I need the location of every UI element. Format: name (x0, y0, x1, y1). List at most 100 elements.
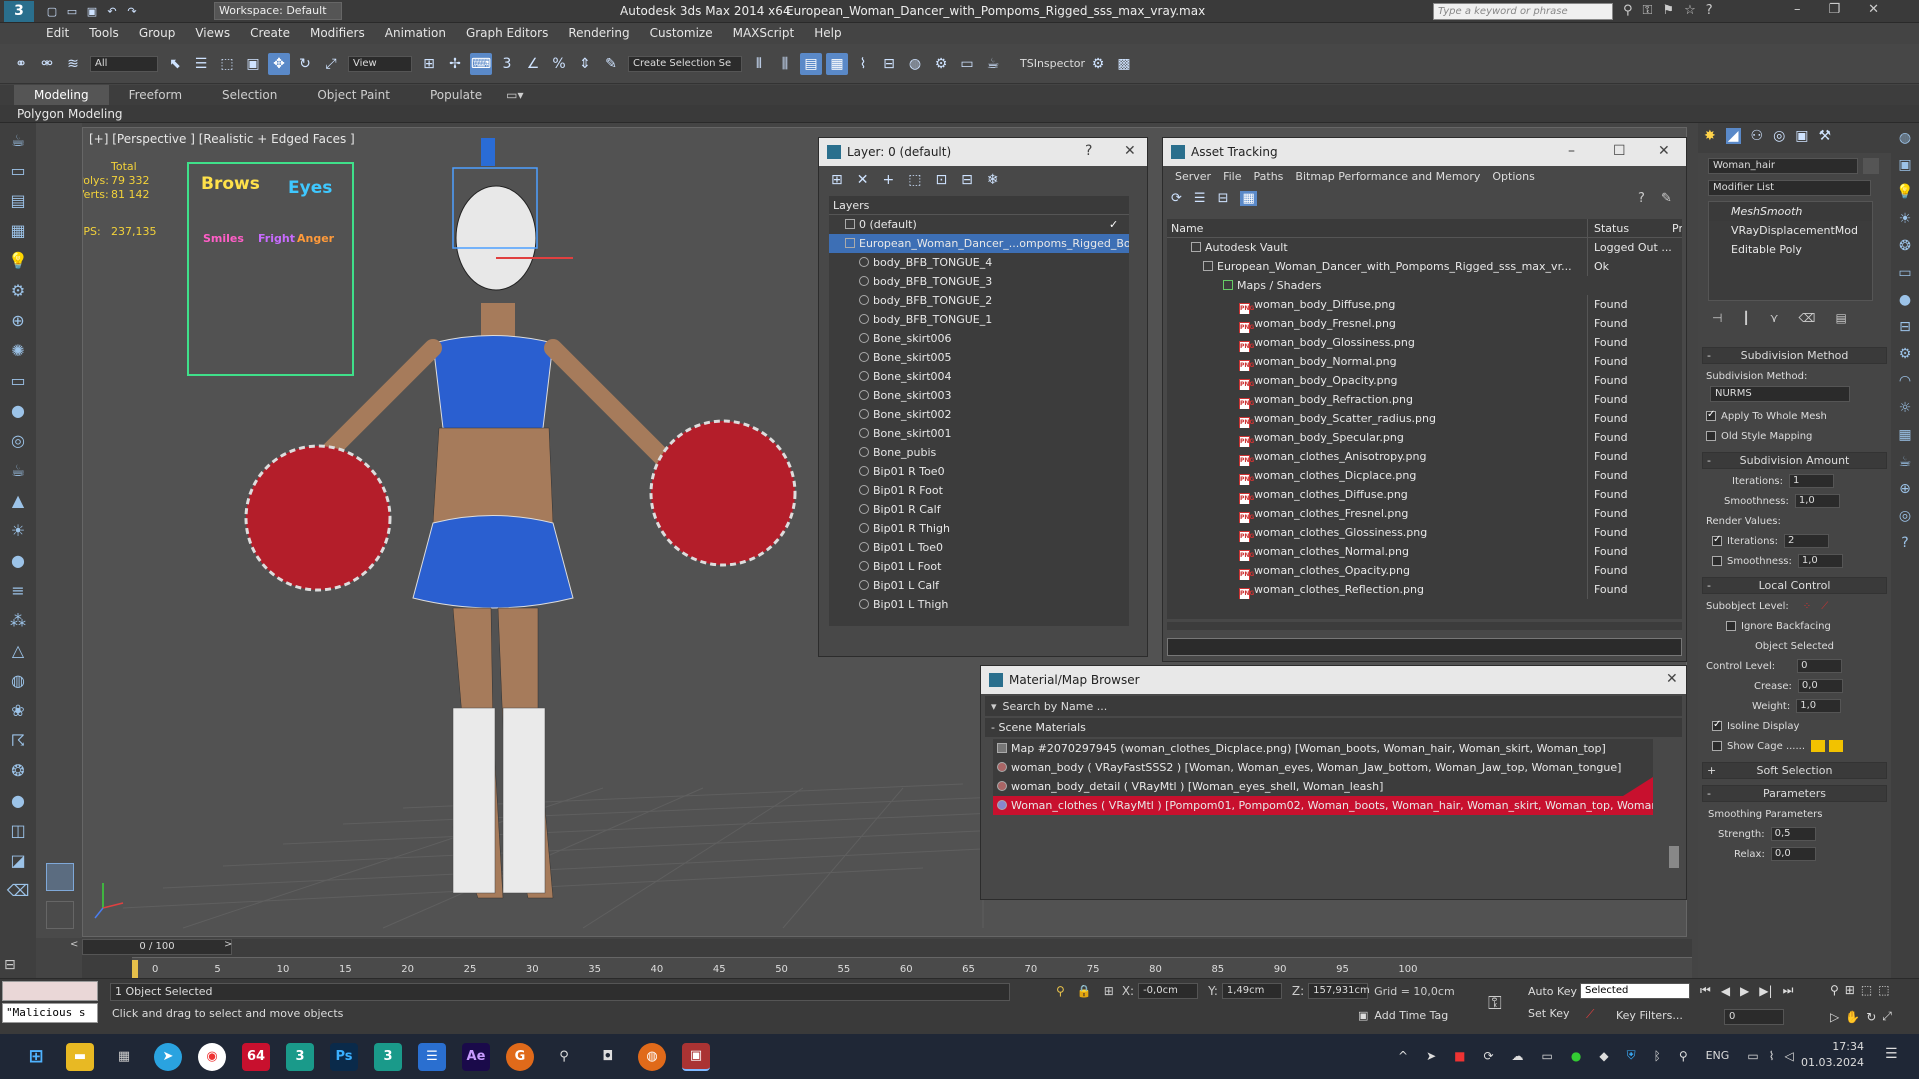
create-tab-icon[interactable]: ✸ (1704, 128, 1716, 144)
sun-icon[interactable]: ☀ (6, 519, 30, 543)
material-list[interactable]: Map #2070297945 (woman_clothes_Dicplace.… (993, 739, 1653, 815)
vray-render-icon[interactable]: ☕ (1895, 454, 1915, 474)
spacewarp-icon[interactable]: ✺ (6, 339, 30, 363)
asset-file-row[interactable]: PNGwoman_clothes_Diffuse.png Found (1167, 485, 1682, 504)
hide-layers-icon[interactable]: ⊟ (961, 172, 973, 188)
orange-app-icon[interactable]: ◍ (638, 1042, 666, 1071)
asset-menu-options[interactable]: Options (1486, 170, 1540, 183)
asset-file-row[interactable]: PNGwoman_body_Refraction.png Found (1167, 390, 1682, 409)
tree-view-icon[interactable]: ⊟ (1218, 191, 1229, 206)
new-file-icon[interactable]: ▢ (44, 3, 60, 19)
tsinspector-label[interactable]: TSInspector (1020, 57, 1085, 70)
redo-icon[interactable]: ↷ (124, 3, 140, 19)
open-file-icon[interactable]: ▭ (64, 3, 80, 19)
tray-telegram-icon[interactable]: ➤ (1426, 1049, 1436, 1063)
layer-help-icon[interactable]: ? (1085, 143, 1092, 159)
tray-wifi-icon[interactable]: ⚲ (1679, 1049, 1688, 1063)
fov-icon[interactable]: ▷ (1830, 1010, 1839, 1024)
asset-file-row[interactable]: PNGwoman_clothes_Anisotropy.png Found (1167, 447, 1682, 466)
asset-file-row[interactable]: PNGwoman_clothes_Dicplace.png Found (1167, 466, 1682, 485)
vray-sun-icon[interactable]: ☀ (1895, 211, 1915, 231)
tab-object-paint[interactable]: Object Paint (297, 85, 410, 105)
teapot2-icon[interactable]: ☕ (6, 459, 30, 483)
pan-icon[interactable]: ✋ (1845, 1010, 1860, 1024)
tab-selection[interactable]: Selection (202, 85, 297, 105)
search-app-icon[interactable]: ⚲ (550, 1043, 578, 1071)
layer-row[interactable]: Bip01 L Thigh (829, 595, 1129, 614)
tray-green-icon[interactable]: ● (1571, 1049, 1581, 1063)
task-view-icon[interactable]: ▦ (110, 1043, 138, 1071)
layer-row-selected[interactable]: European_Woman_Dancer_...ompoms_Rigged_B… (829, 234, 1129, 253)
material-row[interactable]: woman_body_detail ( VRayMtl ) [Woman_eye… (993, 777, 1653, 796)
window-crossing-icon[interactable]: ▣ (242, 53, 264, 75)
weight-spinner[interactable]: 1,0 (1796, 699, 1842, 713)
camera-app-icon[interactable]: ◘ (594, 1043, 622, 1071)
vray-proxy-icon[interactable]: ⊟ (1895, 319, 1915, 339)
material-search[interactable]: ▾ Search by Name ... (985, 696, 1682, 716)
list-view-icon[interactable]: ☰ (1194, 191, 1206, 206)
layer-row[interactable]: Bip01 L Calf (829, 576, 1129, 595)
grid-icon[interactable]: ▦ (6, 219, 30, 243)
zoom-all-icon[interactable]: ⊞ (1845, 983, 1855, 997)
layer-row[interactable]: Bip01 R Thigh (829, 519, 1129, 538)
named-selection-field[interactable]: Create Selection Se (628, 55, 742, 72)
notepad-icon[interactable]: ☰ (418, 1042, 446, 1071)
isolate-icon[interactable]: ⚲ (1056, 984, 1065, 998)
next-frame-icon[interactable]: > (224, 939, 232, 950)
particles-icon[interactable]: ⁂ (6, 609, 30, 633)
3dsmax-2-icon[interactable]: 3 (374, 1042, 402, 1071)
asset-file-row[interactable]: PNGwoman_body_Glossiness.png Found (1167, 333, 1682, 352)
z-coordinate-field[interactable]: 157,931cm (1308, 983, 1370, 999)
asset-menu-paths[interactable]: Paths (1248, 170, 1290, 183)
make-unique-icon[interactable]: ⋎ (1770, 311, 1779, 325)
vray-ies-icon[interactable]: ☼ (1895, 400, 1915, 420)
control-level-spinner[interactable]: 0 (1797, 659, 1843, 673)
asset-file-row[interactable]: PNGwoman_clothes_Fresnel.png Found (1167, 504, 1682, 523)
asset-menu-bitmap[interactable]: Bitmap Performance and Memory (1289, 170, 1486, 183)
maximize-viewport-icon[interactable]: ⤢ (1882, 1009, 1892, 1024)
layer-close-icon[interactable]: ✕ (1124, 143, 1136, 159)
y-coordinate-field[interactable]: 1,49cm (1221, 983, 1282, 999)
layer-row[interactable]: Bone_skirt003 (829, 386, 1129, 405)
isoline-display-checkbox[interactable] (1712, 719, 1722, 731)
menu-animation[interactable]: Animation (375, 23, 456, 44)
goto-start-icon[interactable]: ⏮ (1700, 983, 1711, 998)
spinner-snap-icon[interactable]: ⇕ (574, 53, 596, 75)
helper-icon[interactable]: ⊕ (6, 309, 30, 333)
vray-mesh-icon[interactable]: ▣ (1895, 157, 1915, 177)
asset-menu-server[interactable]: Server (1169, 170, 1217, 183)
tab-modeling[interactable]: Modeling (14, 85, 109, 105)
cage-color2-swatch[interactable] (1829, 740, 1844, 752)
clock-date[interactable]: 01.03.2024 (1784, 1056, 1864, 1069)
vray-plane-icon[interactable]: ▭ (1895, 265, 1915, 285)
curve-editor-icon[interactable]: ⌇ (852, 53, 874, 75)
expand-options-icon[interactable]: ▾ (991, 700, 997, 713)
layer-row[interactable]: body_BFB_TONGUE_3 (829, 272, 1129, 291)
cone-icon[interactable]: ▲ (6, 489, 30, 513)
lock-icon[interactable]: 🔒 (1077, 984, 1092, 998)
menu-modifiers[interactable]: Modifiers (300, 23, 375, 44)
clock-time[interactable]: 17:34 (1816, 1040, 1864, 1053)
layer-row[interactable]: Bone_skirt004 (829, 367, 1129, 386)
tray-app-icon[interactable]: ■ (1454, 1049, 1465, 1063)
layer-row[interactable]: Bip01 L Toe0 (829, 538, 1129, 557)
undo-icon[interactable]: ↶ (104, 3, 120, 19)
maxscript-listener[interactable]: "Malicious s (2, 1003, 98, 1023)
edit-named-selection-icon[interactable]: ✎ (600, 53, 622, 75)
layer-row[interactable]: Bone_skirt005 (829, 348, 1129, 367)
tray-cloud-icon[interactable]: ☁ (1512, 1049, 1524, 1063)
menu-edit[interactable]: Edit (36, 23, 79, 44)
add-time-tag[interactable]: Add Time Tag (1374, 1009, 1448, 1022)
smoothness-spinner[interactable]: 1,0 (1794, 494, 1840, 508)
sphere2-icon[interactable]: ● (6, 549, 30, 573)
edge-level-icon[interactable]: ⟋ (1821, 601, 1828, 612)
remove-modifier-icon[interactable]: ⌫ (1798, 311, 1815, 325)
align-icon[interactable]: ⫼ (774, 53, 796, 75)
utilities-tab-icon[interactable]: ⚒ (1819, 128, 1832, 144)
viewport-layout-icon[interactable] (46, 863, 74, 891)
time-slider[interactable]: 0 / 100 (82, 939, 232, 955)
settings-gear-icon[interactable]: ⚙ (1087, 53, 1109, 75)
plant-icon[interactable]: ❀ (6, 699, 30, 723)
render-smoothness-checkbox[interactable] (1712, 556, 1722, 566)
show-end-result-icon[interactable]: ┃ (1742, 311, 1749, 325)
